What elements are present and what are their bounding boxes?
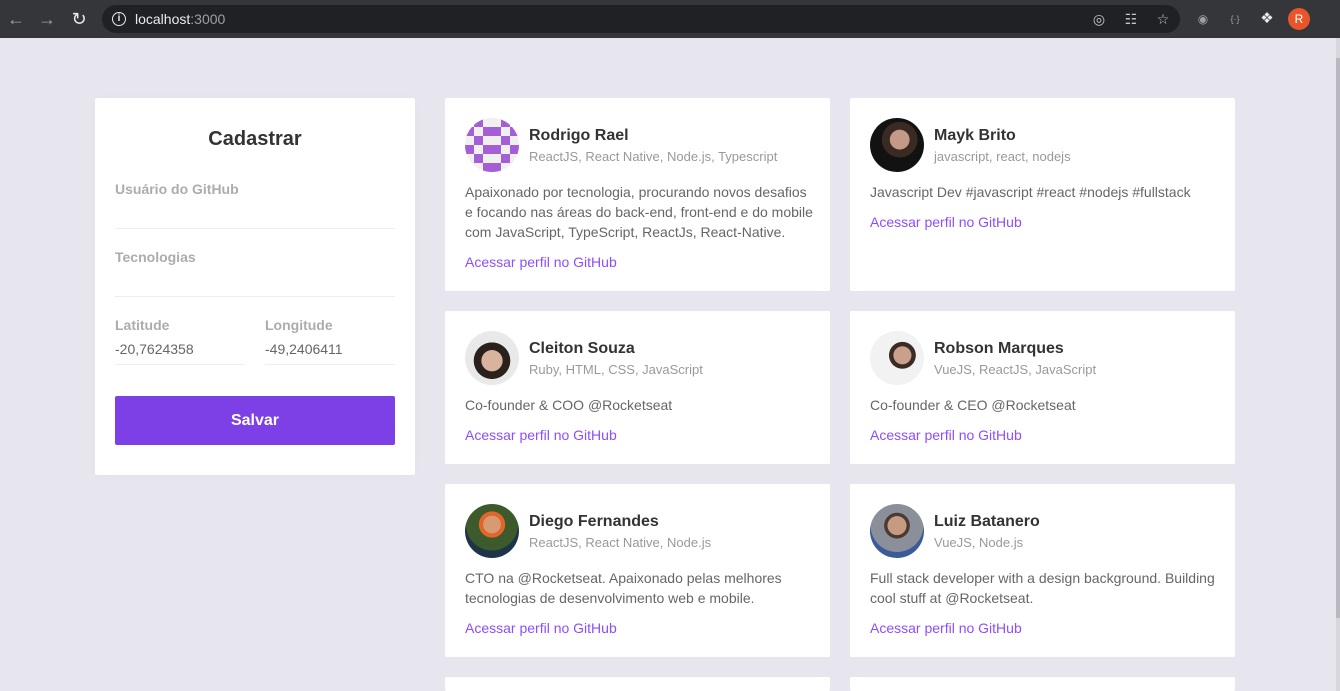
- site-info-icon[interactable]: i: [112, 12, 126, 26]
- dev-card: Cleiton Souza Ruby, HTML, CSS, JavaScrip…: [445, 311, 830, 464]
- json-viewer-icon[interactable]: {·}: [1226, 10, 1244, 28]
- profile-avatar[interactable]: R: [1288, 8, 1310, 30]
- dev-card: Mayk Brito javascript, react, nodejs Jav…: [850, 98, 1235, 291]
- scrollbar-thumb[interactable]: [1336, 58, 1340, 618]
- dev-techs: VueJS, ReactJS, JavaScript: [934, 362, 1097, 377]
- github-username-label: Usuário do GitHub: [115, 181, 239, 197]
- avatar: [465, 118, 519, 172]
- dev-bio: CTO na @Rocketseat. Apaixonado pelas mel…: [465, 570, 782, 606]
- github-profile-link[interactable]: Acessar perfil no GitHub: [870, 214, 1022, 230]
- dev-techs: javascript, react, nodejs: [934, 149, 1071, 164]
- techs-field: Tecnologias: [115, 249, 395, 297]
- avatar: [870, 118, 924, 172]
- dev-bio: Co-founder & COO @Rocketseat: [465, 397, 673, 413]
- dev-bio: Full stack developer with a design backg…: [870, 570, 1215, 606]
- github-profile-link[interactable]: Acessar perfil no GitHub: [465, 427, 617, 443]
- avatar: [465, 331, 519, 385]
- dev-techs: ReactJS, React Native, Node.js, Typescri…: [529, 149, 778, 164]
- techs-label: Tecnologias: [115, 249, 196, 265]
- latitude-field: Latitude -20,7624358: [115, 317, 245, 365]
- forward-icon[interactable]: →: [31, 0, 63, 38]
- longitude-field: Longitude -49,2406411: [265, 317, 395, 365]
- avatar: [465, 504, 519, 558]
- dev-bio: Co-founder & CEO @Rocketseat: [870, 397, 1076, 413]
- dev-techs: ReactJS, React Native, Node.js: [529, 535, 712, 550]
- translate-icon[interactable]: ☷: [1123, 11, 1139, 27]
- page-scrollbar[interactable]: [1336, 38, 1340, 691]
- dev-card-partial: [445, 677, 830, 691]
- dev-techs: VueJS, Node.js: [934, 535, 1024, 550]
- register-form: Cadastrar Usuário do GitHub Tecnologias …: [95, 98, 415, 475]
- dev-name: Diego Fernandes: [529, 513, 659, 530]
- avatar: [870, 331, 924, 385]
- github-profile-link[interactable]: Acessar perfil no GitHub: [870, 427, 1022, 443]
- extension-icon[interactable]: ◉: [1194, 10, 1212, 28]
- puzzle-icon[interactable]: ❖: [1258, 10, 1276, 28]
- back-icon[interactable]: ←: [0, 0, 32, 38]
- dev-techs: Ruby, HTML, CSS, JavaScript: [529, 362, 703, 377]
- avatar: [870, 504, 924, 558]
- dev-bio: Javascript Dev #javascript #react #nodej…: [870, 184, 1191, 200]
- url-text[interactable]: localhost:3000: [135, 11, 225, 27]
- address-bar[interactable]: i localhost:3000 ◎ ☷ ☆: [102, 5, 1180, 33]
- save-button[interactable]: Salvar: [115, 396, 395, 445]
- dev-name: Robson Marques: [934, 340, 1064, 357]
- dev-bio: Apaixonado por tecnologia, procurando no…: [465, 184, 813, 240]
- techs-input[interactable]: [115, 265, 395, 297]
- identicon-avatar: [465, 118, 519, 172]
- latitude-input[interactable]: -20,7624358: [115, 333, 245, 365]
- dev-card: Luiz Batanero VueJS, Node.js Full stack …: [850, 484, 1235, 657]
- longitude-label: Longitude: [265, 317, 333, 333]
- dev-name: Rodrigo Rael: [529, 127, 629, 144]
- dev-name: Cleiton Souza: [529, 340, 635, 357]
- github-username-field: Usuário do GitHub: [115, 181, 395, 229]
- longitude-input[interactable]: -49,2406411: [265, 333, 395, 365]
- github-profile-link[interactable]: Acessar perfil no GitHub: [870, 620, 1022, 636]
- bookmark-star-icon[interactable]: ☆: [1155, 11, 1171, 27]
- github-profile-link[interactable]: Acessar perfil no GitHub: [465, 254, 617, 270]
- dev-name: Luiz Batanero: [934, 513, 1040, 530]
- dev-card: Rodrigo Rael ReactJS, React Native, Node…: [445, 98, 830, 291]
- dev-card: Diego Fernandes ReactJS, React Native, N…: [445, 484, 830, 657]
- location-icon[interactable]: ◎: [1091, 11, 1107, 27]
- github-username-input[interactable]: [115, 197, 395, 229]
- reload-icon[interactable]: ↻: [63, 0, 95, 38]
- dev-card: Robson Marques VueJS, ReactJS, JavaScrip…: [850, 311, 1235, 464]
- browser-toolbar: ← → ↻ i localhost:3000 ◎ ☷ ☆ ◉ {·} ❖ R: [0, 0, 1340, 38]
- dev-card-partial: [850, 677, 1235, 691]
- dev-name: Mayk Brito: [934, 127, 1016, 144]
- form-title: Cadastrar: [208, 128, 302, 150]
- github-profile-link[interactable]: Acessar perfil no GitHub: [465, 620, 617, 636]
- latitude-label: Latitude: [115, 317, 170, 333]
